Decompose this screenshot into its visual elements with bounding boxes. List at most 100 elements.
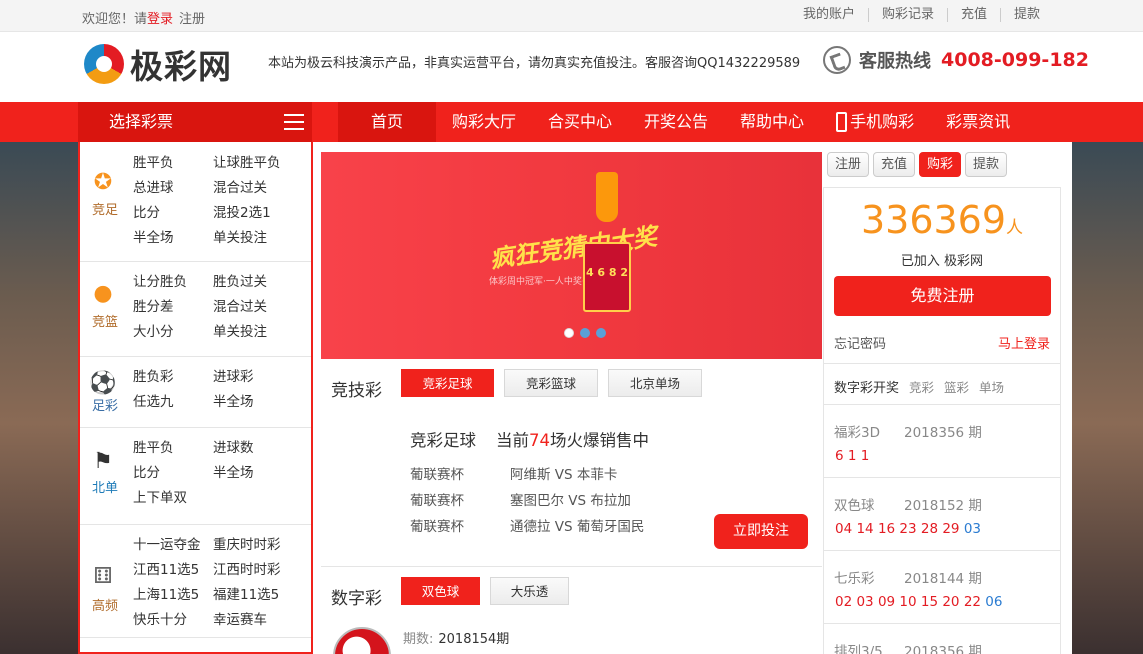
category-beidan[interactable]: ⚑ 北单 胜平负 进球数 比分 半全场 上下单双 — [80, 428, 311, 525]
game-link[interactable]: 上下单双 — [133, 486, 213, 511]
game-link[interactable]: 让球胜平负 — [213, 151, 303, 176]
tab-register[interactable]: 注册 — [827, 152, 870, 177]
category-games: 胜平负 让球胜平负 总进球 混合过关 比分 混投2选1 半全场 单关投注 — [133, 151, 303, 251]
game-link[interactable]: 胜分差 — [133, 295, 213, 320]
login-link[interactable]: 登录 — [147, 12, 173, 27]
game-link[interactable]: 半全场 — [213, 390, 303, 415]
nav-help-center[interactable]: 帮助中心 — [724, 102, 820, 142]
carousel-dot[interactable] — [564, 328, 574, 338]
game-link[interactable]: 快乐十分 — [133, 608, 213, 633]
main-nav: 选择彩票 首页 购彩大厅 合买中心 开奖公告 帮助中心 手机购彩 彩票资讯 — [0, 102, 1143, 142]
match-row[interactable]: 葡联赛杯 通德拉 VS 葡萄牙国民 — [410, 515, 644, 535]
draw-head-title: 数字彩开奖 — [834, 381, 900, 396]
tab-jclq[interactable]: 竞彩篮球 — [504, 369, 598, 397]
nav-group-buy[interactable]: 合买中心 — [532, 102, 628, 142]
section-title: 竞技彩 — [331, 381, 382, 401]
nav-home[interactable]: 首页 — [338, 102, 436, 142]
category-gaopin[interactable]: ⚅ 高频 十一运夺金 重庆时时彩 江西11选5 江西时时彩 上海11选5 福建1… — [80, 525, 311, 638]
nav-draw-results-label: 开奖公告 — [644, 112, 709, 131]
match-row[interactable]: 葡联赛杯 塞图巴尔 VS 布拉加 — [410, 489, 631, 509]
game-link[interactable]: 比分 — [133, 201, 213, 226]
withdraw-link[interactable]: 提款 — [999, 8, 1053, 22]
game-link[interactable]: 胜平负 — [133, 151, 213, 176]
nav-draw-results[interactable]: 开奖公告 — [628, 102, 724, 142]
game-link[interactable]: 进球数 — [213, 436, 303, 461]
tab-recharge[interactable]: 充值 — [873, 152, 916, 177]
hotline-label: 客服热线 — [859, 51, 931, 72]
carousel-dot[interactable] — [580, 328, 590, 338]
game-link[interactable]: 混合过关 — [213, 176, 303, 201]
game-link[interactable]: 十一运夺金 — [133, 533, 213, 558]
select-lottery-menu[interactable]: 选择彩票 — [78, 102, 312, 142]
game-link[interactable]: 胜平负 — [133, 436, 213, 461]
game-link[interactable]: 胜负过关 — [213, 270, 303, 295]
game-link[interactable]: 江西11选5 — [133, 558, 213, 583]
game-link[interactable]: 半全场 — [133, 226, 213, 251]
draw-results-header: 数字彩开奖 竞彩 篮彩 单场 — [824, 363, 1060, 405]
game-link[interactable]: 大小分 — [133, 320, 213, 345]
game-link[interactable]: 江西时时彩 — [213, 558, 303, 583]
forgot-password-link[interactable]: 忘记密码 — [834, 333, 886, 352]
register-link[interactable]: 注册 — [179, 12, 205, 27]
category-zucai[interactable]: ⚽ 足彩 胜负彩 进球彩 任选九 半全场 — [80, 357, 311, 428]
game-link[interactable]: 胜负彩 — [133, 365, 213, 390]
draw-item-pl35[interactable]: 排列3/5 2018356 期 — [824, 624, 1060, 654]
category-label: 足彩 — [91, 399, 118, 414]
game-link[interactable]: 总进球 — [133, 176, 213, 201]
game-link[interactable]: 幸运赛车 — [213, 608, 303, 633]
hamburger-icon[interactable] — [284, 114, 304, 130]
game-link[interactable]: 让分胜负 — [133, 270, 213, 295]
issue-label: 期数: — [403, 632, 434, 647]
tab-bjdc[interactable]: 北京单场 — [608, 369, 702, 397]
game-link[interactable]: 半全场 — [213, 461, 303, 486]
nav-lottery-hall[interactable]: 购彩大厅 — [436, 102, 532, 142]
ssq-logo-icon — [333, 627, 391, 654]
game-link[interactable]: 重庆时时彩 — [213, 533, 303, 558]
game-link[interactable]: 混投2选1 — [213, 201, 303, 226]
game-link[interactable]: 单关投注 — [213, 320, 303, 345]
draw-period: 2018356 期 — [904, 644, 982, 654]
lottery-category-panel: ✪ 竞足 胜平负 让球胜平负 总进球 混合过关 比分 混投2选1 半全场 单关投… — [78, 142, 313, 654]
draw-item-3d[interactable]: 福彩3D 2018356 期 6 1 1 — [824, 405, 1060, 478]
game-link[interactable]: 福建11选5 — [213, 583, 303, 608]
my-account-link[interactable]: 我的账户 — [790, 8, 868, 22]
tab-jczq[interactable]: 竞彩足球 — [401, 369, 494, 397]
login-now-link[interactable]: 马上登录 — [998, 333, 1050, 352]
game-link[interactable]: 单关投注 — [213, 226, 303, 251]
promo-banner[interactable]: 疯狂竞猜中大奖 体彩周中冠军·一人中奖·快乐分享 4 6 8 2 — [321, 152, 822, 359]
draw-tab-jingcai[interactable]: 竞彩 — [909, 380, 934, 395]
tab-withdraw[interactable]: 提款 — [965, 152, 1008, 177]
site-logo[interactable]: 极彩网 — [84, 40, 232, 88]
draw-tab-lancai[interactable]: 篮彩 — [944, 380, 969, 395]
draw-tab-danchang[interactable]: 单场 — [979, 380, 1004, 395]
nav-mobile[interactable]: 手机购彩 — [820, 102, 930, 142]
bet-now-button[interactable]: 立即投注 — [714, 514, 808, 549]
category-jingzu[interactable]: ✪ 竞足 胜平负 让球胜平负 总进球 混合过关 比分 混投2选1 半全场 单关投… — [80, 142, 311, 262]
draw-item-qlc[interactable]: 七乐彩 2018144 期 02 03 09 10 15 20 22 06 — [824, 551, 1060, 624]
tab-ssq[interactable]: 双色球 — [401, 577, 480, 605]
hotline: 客服热线 4008-099-182 — [823, 46, 1089, 74]
phone-icon — [823, 46, 851, 74]
category-games: 胜平负 进球数 比分 半全场 上下单双 — [133, 436, 303, 511]
demo-notice: 本站为极云科技演示产品，非真实运营平台，请勿真实充值投注。客服咨询QQ14322… — [268, 56, 801, 71]
game-link[interactable]: 混合过关 — [213, 295, 303, 320]
carousel-dots — [564, 328, 606, 338]
recharge-link[interactable]: 充值 — [946, 8, 1000, 22]
draw-item-ssq[interactable]: 双色球 2018152 期 04 14 16 23 28 29 03 — [824, 478, 1060, 551]
purchase-records-link[interactable]: 购彩记录 — [867, 8, 947, 22]
game-link[interactable]: 任选九 — [133, 390, 213, 415]
free-register-button[interactable]: 免费注册 — [834, 276, 1051, 316]
match-row[interactable]: 葡联赛杯 阿维斯 VS 本菲卡 — [410, 463, 617, 483]
red-balls: 04 14 16 23 28 29 — [835, 521, 960, 537]
nav-news[interactable]: 彩票资讯 — [930, 102, 1026, 142]
tab-dlt[interactable]: 大乐透 — [490, 577, 569, 605]
category-games: 胜负彩 进球彩 任选九 半全场 — [133, 365, 303, 415]
category-jinglan[interactable]: ● 竞篮 让分胜负 胜负过关 胜分差 混合过关 大小分 单关投注 — [80, 262, 311, 357]
game-link[interactable]: 上海11选5 — [133, 583, 213, 608]
game-link[interactable]: 进球彩 — [213, 365, 303, 390]
carousel-dot[interactable] — [596, 328, 606, 338]
tab-buy[interactable]: 购彩 — [919, 152, 962, 177]
game-link[interactable]: 比分 — [133, 461, 213, 486]
red-balls: 6 1 1 — [835, 448, 870, 464]
hot-count: 74 — [529, 431, 550, 450]
